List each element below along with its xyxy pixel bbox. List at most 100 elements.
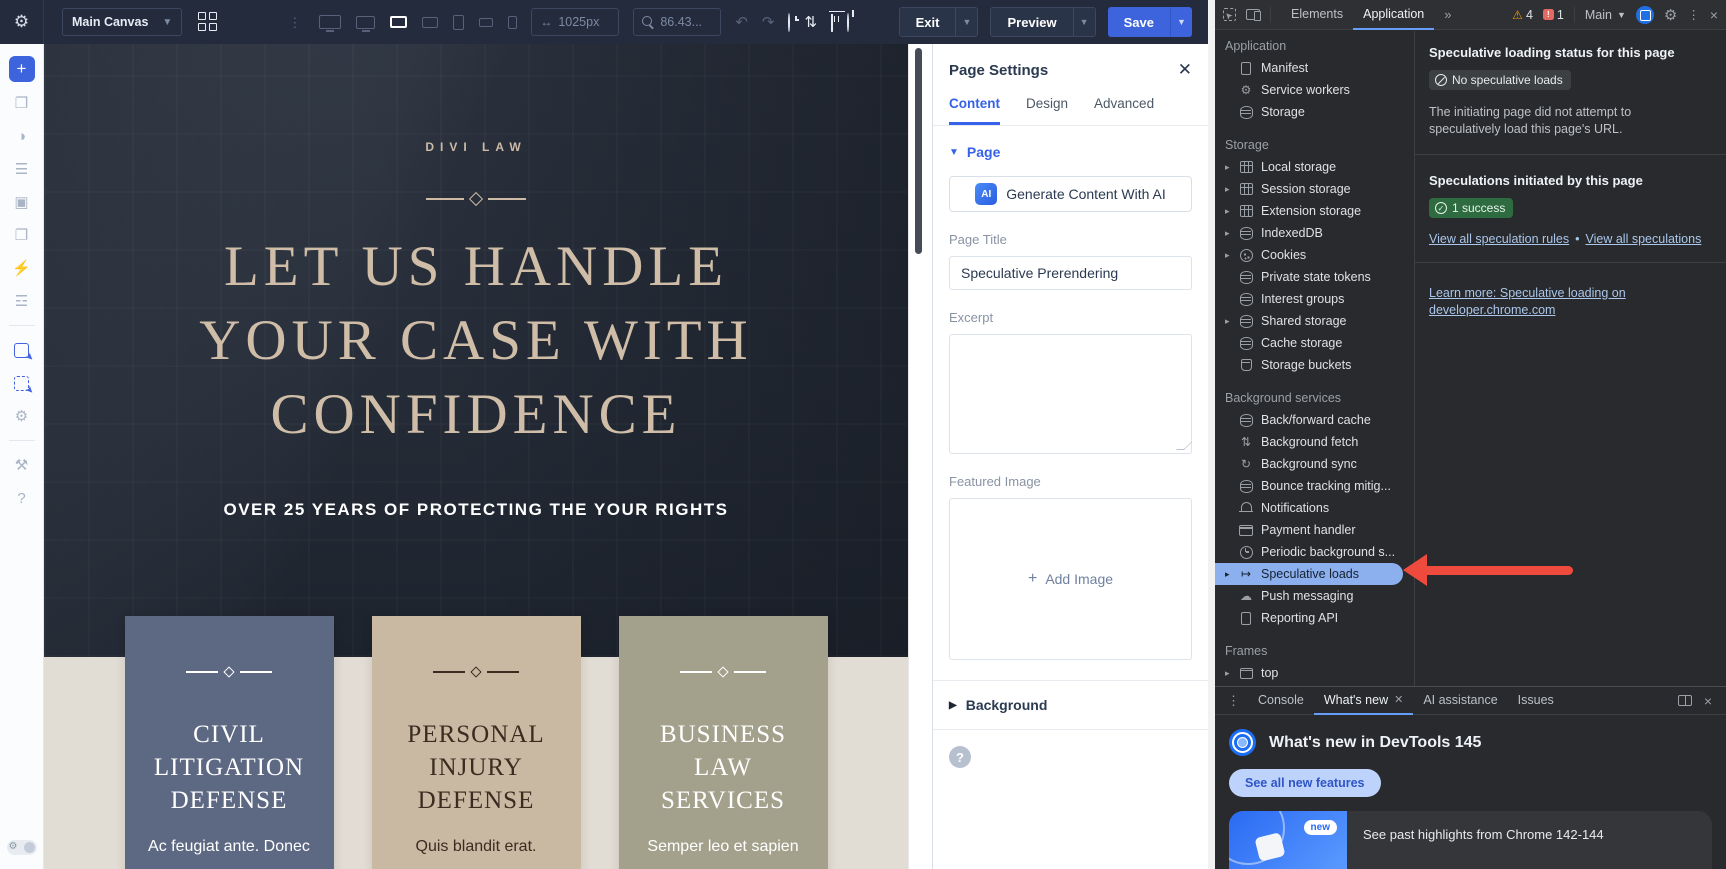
save-chevron-icon[interactable]: ▼ [1170, 7, 1192, 37]
tools-icon[interactable]: ⚒ [9, 453, 35, 477]
tree-item-back-forward-cache[interactable]: Back/forward cache [1215, 409, 1414, 431]
canvas-scrollbar-thumb[interactable] [915, 48, 922, 254]
drawer-close-icon[interactable]: × [1704, 693, 1712, 709]
redo-icon[interactable]: ↷ [762, 13, 775, 31]
shapes-icon[interactable]: ◑ [9, 124, 35, 148]
add-image-button[interactable]: + Add Image [1028, 570, 1113, 588]
issues-button[interactable]: ! 1 [1543, 8, 1564, 22]
tree-item-storage-buckets[interactable]: Storage buckets [1215, 354, 1414, 376]
devtools-settings-gear-icon[interactable]: ⚙ [1664, 6, 1677, 24]
excerpt-textarea[interactable] [949, 334, 1192, 454]
close-tab-icon[interactable]: ✕ [1394, 693, 1403, 706]
tree-item-local-storage[interactable]: ▸Local storage [1215, 156, 1414, 178]
devtools-kebab-menu-icon[interactable]: ⋮ [1687, 7, 1700, 22]
target-selector-dropdown[interactable]: Main ▼ [1585, 8, 1626, 22]
tree-item-periodic-background-s[interactable]: Periodic background s... [1215, 541, 1414, 563]
phone-portrait-icon[interactable] [508, 16, 517, 29]
resize-grip-icon[interactable] [1176, 442, 1192, 450]
tree-item-bounce-tracking-mitig[interactable]: Bounce tracking mitig... [1215, 475, 1414, 497]
portability-icon[interactable] [847, 14, 849, 31]
service-card[interactable]: BUSINESSLAWSERVICESSemper leo et sapien [619, 616, 828, 869]
tree-item-cache-storage[interactable]: Cache storage [1215, 332, 1414, 354]
select-module-icon[interactable] [9, 338, 35, 362]
see-all-features-button[interactable]: See all new features [1229, 769, 1381, 797]
tablet-landscape-icon[interactable] [422, 17, 438, 28]
tree-item-shared-storage[interactable]: ▸Shared storage [1215, 310, 1414, 332]
pages-icon[interactable]: ❐ [9, 223, 35, 247]
drawer-tab-ai-assistance[interactable]: AI assistance [1413, 687, 1507, 715]
drawer-tab-console[interactable]: Console [1248, 687, 1314, 715]
tree-item-cookies[interactable]: ▸Cookies [1215, 244, 1414, 266]
exit-chevron-icon[interactable]: ▼ [955, 8, 977, 36]
devtools-tab-elements[interactable]: Elements [1281, 0, 1353, 30]
tree-item-background-sync[interactable]: ↻Background sync [1215, 453, 1414, 475]
tree-item-private-state-tokens[interactable]: Private state tokens [1215, 266, 1414, 288]
width-value-field[interactable] [558, 15, 610, 29]
builder-settings-toggle[interactable] [7, 840, 37, 855]
tree-item-interest-groups[interactable]: Interest groups [1215, 288, 1414, 310]
inspect-element-icon[interactable] [1223, 8, 1236, 21]
tree-item-indexeddb[interactable]: ▸IndexedDB [1215, 222, 1414, 244]
tab-advanced[interactable]: Advanced [1094, 96, 1154, 125]
trash-icon[interactable] [831, 14, 833, 31]
generate-ai-button[interactable]: AI Generate Content With AI [949, 176, 1192, 212]
help-icon[interactable]: ? [9, 486, 35, 510]
split-panel-icon[interactable] [1678, 695, 1692, 706]
module-settings-icon[interactable]: ⚙ [9, 404, 35, 428]
view-link[interactable]: View all speculation rules [1429, 232, 1569, 246]
tab-content[interactable]: Content [949, 96, 1000, 125]
module-card-icon[interactable]: ▣ [9, 190, 35, 214]
devtools-close-icon[interactable]: × [1710, 7, 1718, 23]
site-brand[interactable]: DIVI LAW [425, 140, 526, 154]
drawer-tab-issues[interactable]: Issues [1508, 687, 1564, 715]
tree-item-push-messaging[interactable]: ☁Push messaging [1215, 585, 1414, 607]
builder-settings-gear-icon[interactable]: ⚙ [0, 0, 44, 44]
console-warnings-button[interactable]: ⚠ 4 [1512, 8, 1533, 22]
hero-subheadline[interactable]: OVER 25 YEARS OF PROTECTING THE YOUR RIG… [224, 500, 729, 520]
add-module-button[interactable]: + [9, 56, 35, 82]
help-icon[interactable]: ? [949, 746, 971, 768]
layers-icon[interactable]: ❐ [9, 91, 35, 115]
tree-item-service-workers[interactable]: ⚙Service workers [1215, 79, 1414, 101]
drag-handle-icon[interactable]: ⋮ [288, 17, 301, 28]
canvas-width-input[interactable]: ↔ [531, 8, 619, 36]
select-section-icon[interactable] [9, 371, 35, 395]
phone-landscape-icon[interactable] [479, 18, 493, 27]
desktop-icon[interactable] [356, 16, 375, 29]
highlights-card[interactable]: new See past highlights from Chrome 142-… [1229, 811, 1712, 869]
view-link[interactable]: View all speculations [1586, 232, 1702, 246]
laptop-icon[interactable] [390, 16, 407, 28]
service-card[interactable]: CIVILLITIGATIONDEFENSEAc feugiat ante. D… [125, 616, 334, 869]
learn-more-link[interactable]: Learn more: Speculative loading on devel… [1429, 285, 1664, 319]
drawer-tab-what-s-new[interactable]: What's new✕ [1314, 687, 1413, 715]
desktop-large-icon[interactable] [319, 15, 341, 29]
service-card[interactable]: PERSONALINJURYDEFENSEQuis blandit erat. [372, 616, 581, 869]
tablet-portrait-icon[interactable] [453, 15, 464, 30]
tree-item-reporting-api[interactable]: Reporting API [1215, 607, 1414, 629]
page-title-input[interactable] [949, 256, 1192, 290]
tree-item-background-fetch[interactable]: ⇅Background fetch [1215, 431, 1414, 453]
background-section-toggle[interactable]: ▶ Background [949, 681, 1192, 729]
featured-image-dropzone[interactable]: + Add Image [949, 498, 1192, 660]
tree-item-manifest[interactable]: Manifest [1215, 57, 1414, 79]
preview-chevron-icon[interactable]: ▼ [1073, 8, 1095, 36]
device-toolbar-icon[interactable] [1246, 9, 1260, 20]
tab-design[interactable]: Design [1026, 96, 1068, 125]
device-sync-icon[interactable] [1636, 6, 1654, 24]
tree-item-top[interactable]: ▸top [1215, 662, 1414, 684]
hero-headline[interactable]: LET US HANDLEYOUR CASE WITHCONFIDENCE [199, 230, 752, 452]
tree-item-notifications[interactable]: Notifications [1215, 497, 1414, 519]
page-section-toggle[interactable]: ▼ Page [949, 144, 1192, 160]
preview-button[interactable]: Preview ▼ [990, 7, 1095, 37]
tree-item-payment-handler[interactable]: Payment handler [1215, 519, 1414, 541]
tree-item-extension-storage[interactable]: ▸Extension storage [1215, 200, 1414, 222]
tree-item-speculative-loads[interactable]: ▸↦Speculative loads [1215, 563, 1403, 585]
database-icon[interactable]: ☰ [9, 157, 35, 181]
list-icon[interactable]: ☲ [9, 289, 35, 313]
devtools-tab-application[interactable]: Application [1353, 0, 1434, 30]
save-button[interactable]: Save ▼ [1108, 7, 1192, 37]
grid-view-icon[interactable] [198, 12, 218, 32]
canvas-view-dropdown[interactable]: Main Canvas ▼ [62, 8, 182, 36]
zoom-value-field[interactable] [660, 15, 712, 29]
close-icon[interactable]: ✕ [1178, 60, 1192, 80]
